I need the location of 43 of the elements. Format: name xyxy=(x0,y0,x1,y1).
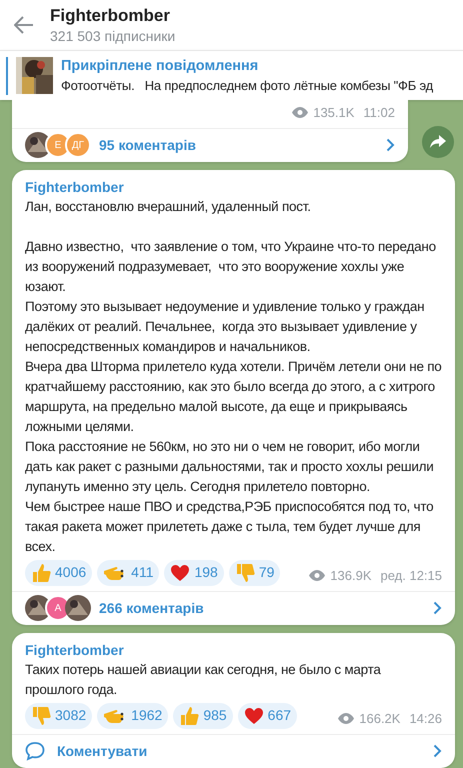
subscriber-count: 321 503 підписники xyxy=(50,27,176,45)
comments-link[interactable]: А 266 коментарів xyxy=(12,590,455,624)
thumbs-down-icon xyxy=(234,562,255,582)
eye-icon xyxy=(338,713,354,724)
pinned-text: Фотоотчёты. На предпоследнем фото лётные комбезы "ФБ эд xyxy=(61,76,433,94)
thumbs-down-icon xyxy=(31,706,51,726)
post-time: 11:02 xyxy=(363,104,395,122)
author-name[interactable]: Fighterbomber xyxy=(25,640,442,660)
pinned-label: Прикріплене повідомлення xyxy=(61,56,260,76)
chevron-right-icon xyxy=(433,744,442,758)
reaction-button[interactable]: 985 xyxy=(173,702,233,728)
chevron-right-icon xyxy=(386,138,395,152)
message-text: Таких потерь нашей авиации как сегодня, не было с марта прошлого года. xyxy=(25,660,382,699)
heart-icon xyxy=(244,706,264,724)
reaction-button[interactable]: 3082 xyxy=(25,702,92,728)
thumbs-up-icon xyxy=(31,562,51,582)
channel-title: Fighterbomber xyxy=(50,5,171,27)
chevron-right-icon xyxy=(433,601,442,615)
comments-link[interactable]: Е ДГ 95 коментарів xyxy=(12,128,408,162)
avatar-initials: ДГ xyxy=(65,132,91,158)
share-icon xyxy=(430,134,446,148)
message-text: Лан, восстановлю вчерашний, удаленный пост. Давно известно, что заявление о том, что Украине что-то передано из вооружений подразумевает, что это вооружение хохлы уже юзают. Поэтому это вызывает недоумение и удивление только у граждан далёких от реалий. Печальнее, когда это вызывает удивление у непосредственных командиров и начальников. Вчера два Шторма прилетело куда хотели. Причём летели они не по кратчайшему расстоянию, как это было всегда до этого, а с хитрого маршрута, на предельно малой высоте, да еще и прикрываясь ложными целями. Пока расстояние не 560км, но это ни о чем не говорит, ибо могли дать как ракет с разными дальностями, так и просто хохлы решили лупануть именно эту цель. Сегодня прилетело повторно. Чем быстрее наше ПВО и средства,РЭБ приспособятся под то, что такая ракета может прилететь даже с тыла, тем будет лучше для всех. xyxy=(25,198,442,556)
view-count: 135.1K xyxy=(313,104,354,122)
comment-icon xyxy=(25,741,45,761)
post-time: ред. 12:15 xyxy=(380,567,442,585)
share-button[interactable] xyxy=(422,126,454,158)
eye-icon xyxy=(309,570,326,582)
comments-link[interactable]: Коментувати xyxy=(12,734,455,768)
reaction-button[interactable]: 79 xyxy=(228,560,280,586)
heart-icon xyxy=(170,564,190,582)
view-count: 166.2K xyxy=(359,710,400,728)
reaction-button[interactable]: 667 xyxy=(238,702,298,728)
eye-icon xyxy=(292,107,308,118)
author-name[interactable]: Fighterbomber xyxy=(25,178,442,196)
back-arrow-icon xyxy=(14,16,34,34)
thumbs-up-icon xyxy=(179,706,200,726)
post-time: 14:26 xyxy=(409,710,442,728)
reaction-button[interactable]: 198 xyxy=(164,560,224,586)
pinned-message-bar[interactable]: Прикріплене повідомлення Фотоотчёты. На предпоследнем фото лётные комбезы "ФБ эд xyxy=(0,50,463,100)
reaction-button[interactable]: 4006 xyxy=(25,560,92,586)
reaction-button[interactable]: 411 xyxy=(97,560,160,586)
reaction-button[interactable]: 1962 xyxy=(97,702,168,728)
view-count: 136.9K xyxy=(330,567,372,585)
